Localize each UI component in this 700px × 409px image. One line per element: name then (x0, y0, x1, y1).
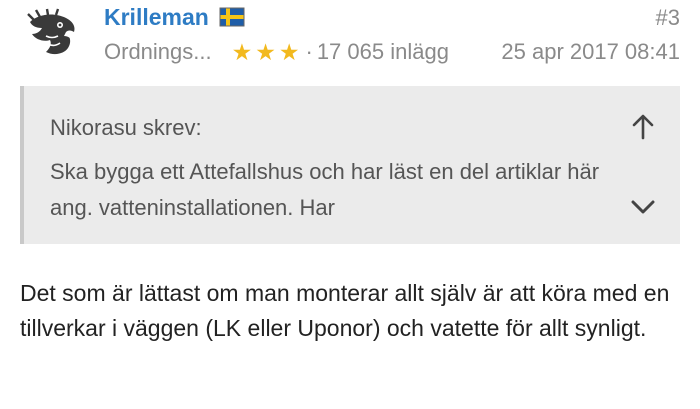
avatar-eagle-icon[interactable] (24, 8, 80, 60)
meta-separator: · (305, 39, 313, 64)
post-count: 17 065 inlägg (316, 39, 449, 64)
post-number[interactable]: #3 (656, 4, 680, 32)
star-icon: ★ (255, 39, 276, 65)
arrow-up-icon[interactable] (628, 112, 658, 142)
post-meta: Ordnings... ★ ★ ★ · 17 065 inlägg 25 apr… (104, 37, 680, 67)
username-link[interactable]: Krilleman (104, 2, 209, 32)
chevron-down-icon[interactable] (628, 192, 658, 222)
rank-stars: ★ ★ ★ (232, 40, 300, 64)
forum-post: Krilleman #3 Ordnings... ★ ★ ★ · 17 065 … (0, 0, 700, 409)
quote-block[interactable]: Nikorasu skrev: Ska bygga ett Attefallsh… (20, 86, 680, 244)
star-icon: ★ (278, 39, 300, 65)
post-timestamp: 25 apr 2017 08:41 (501, 39, 680, 64)
post-body: Det som är lättast om man monterar allt … (20, 280, 670, 341)
quote-text: Ska bygga ett Attefallshus och har läst … (50, 159, 600, 220)
sweden-flag-icon (219, 7, 245, 27)
quote-author: Nikorasu skrev: (50, 115, 202, 140)
star-icon: ★ (231, 39, 253, 65)
user-rank: Ordnings... (104, 39, 212, 64)
